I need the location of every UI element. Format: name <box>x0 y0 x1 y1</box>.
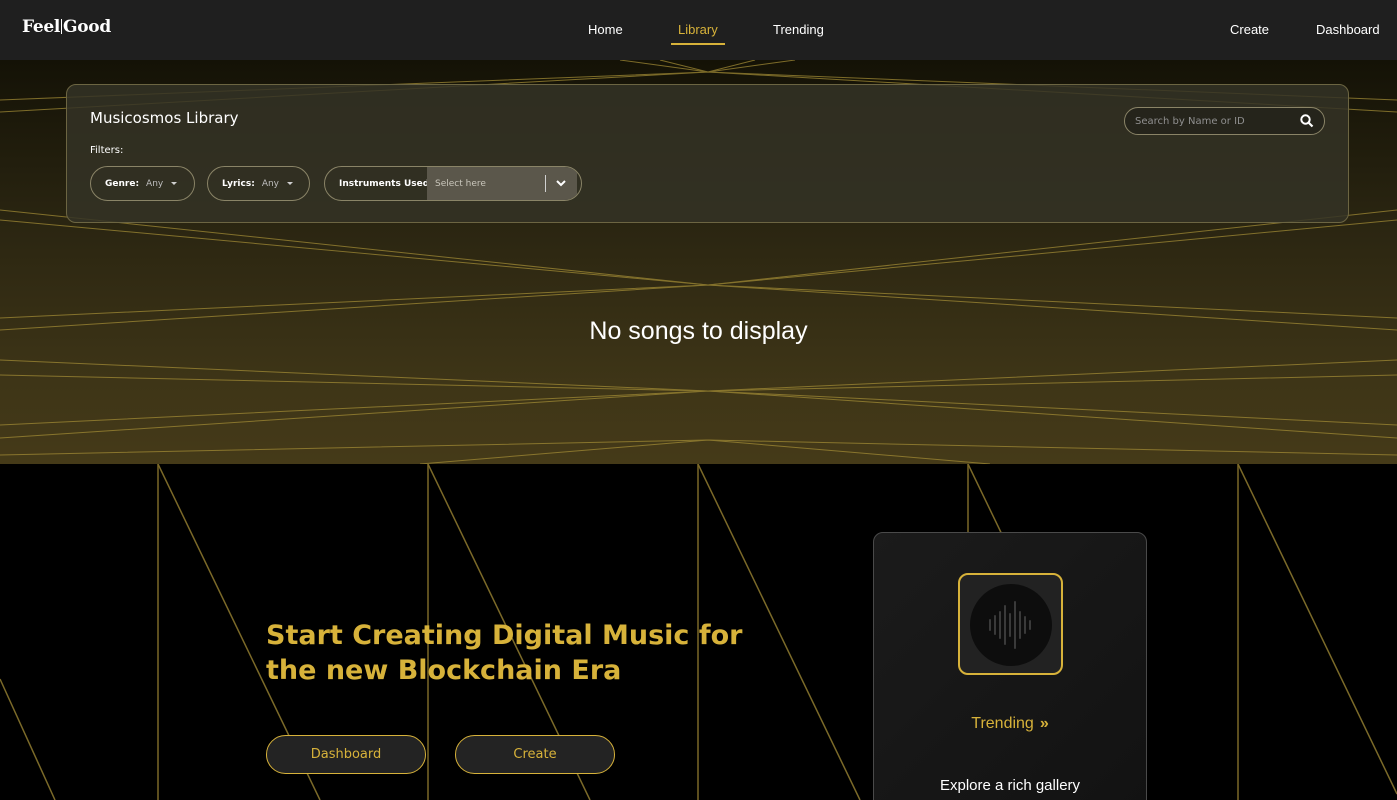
search-box <box>1124 107 1325 135</box>
search-input[interactable] <box>1135 113 1295 130</box>
hero-section: Start Creating Digital Music for the new… <box>0 464 1397 800</box>
trending-card[interactable]: Trending » Explore a rich gallery <box>873 532 1147 800</box>
genre-filter[interactable]: Genre: Any <box>90 166 195 201</box>
lyrics-filter[interactable]: Lyrics: Any <box>207 166 310 201</box>
instruments-filter: Instruments Used: Select here <box>324 166 582 201</box>
caret-down-icon <box>171 182 178 185</box>
nav-home[interactable]: Home <box>588 22 623 37</box>
library-section: Musicosmos Library Filters: Genre: Any L… <box>0 60 1397 464</box>
chevron-down-icon[interactable] <box>555 177 567 189</box>
hero-title: Start Creating Digital Music for the new… <box>266 620 743 686</box>
instruments-select-placeholder: Select here <box>435 178 486 189</box>
caret-down-icon <box>287 182 293 185</box>
filters-label: Filters: <box>90 145 124 156</box>
nav-trending[interactable]: Trending <box>773 22 824 37</box>
main-nav: Home Library Trending Create Dashboard <box>0 0 1397 60</box>
nav-create[interactable]: Create <box>1230 22 1269 37</box>
library-filter-card: Musicosmos Library Filters: Genre: Any L… <box>66 84 1349 223</box>
select-divider <box>545 175 546 192</box>
create-button[interactable]: Create <box>455 735 615 774</box>
lyrics-filter-value: Any <box>261 178 279 189</box>
lyrics-filter-label: Lyrics: <box>222 178 255 189</box>
navbar: Feel Good Home Library Trending Create Da… <box>0 0 1397 60</box>
trending-card-label: Trending <box>971 715 1034 732</box>
trending-icon-box <box>958 573 1063 675</box>
genre-filter-value: Any <box>146 178 164 189</box>
genre-filter-label: Genre: <box>105 178 140 189</box>
trending-card-description: Explore a rich gallery <box>939 777 1081 794</box>
empty-state-message: No songs to display <box>589 317 808 345</box>
instruments-filter-label: Instruments Used: <box>339 178 433 189</box>
active-nav-indicator <box>671 43 725 45</box>
instruments-select[interactable]: Select here <box>427 167 577 200</box>
trending-card-link[interactable]: Trending » <box>874 715 1146 733</box>
dashboard-button[interactable]: Dashboard <box>266 735 426 774</box>
sound-wave-icon <box>970 584 1052 666</box>
nav-library[interactable]: Library <box>678 22 718 37</box>
double-chevron-right-icon: » <box>1039 715 1049 732</box>
nav-dashboard[interactable]: Dashboard <box>1316 22 1380 37</box>
search-icon[interactable] <box>1300 114 1314 128</box>
library-title: Musicosmos Library <box>90 109 239 127</box>
